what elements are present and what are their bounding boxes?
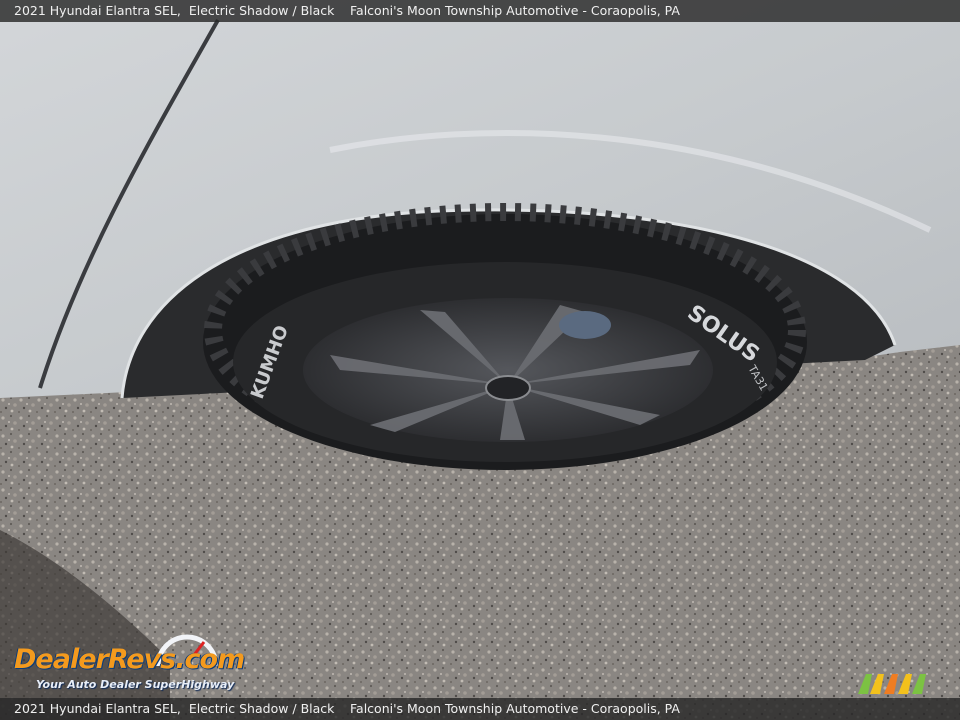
caption-bar-bottom: 2021 Hyundai Elantra SEL, Electric Shado… <box>0 698 960 720</box>
dealerrevs-watermark: DealerRevs.com Your Auto Dealer SuperHig… <box>12 628 262 694</box>
dealer-caption: Falconi's Moon Township Automotive - Cor… <box>350 3 680 18</box>
caption-bar-top: 2021 Hyundai Elantra SEL, Electric Shado… <box>0 0 960 22</box>
color-caption-bottom: Electric Shadow / Black <box>188 701 335 716</box>
photo-scene: KUMHO SOLUS TA31 <box>0 0 960 720</box>
watermark-brand: DealerRevs.com <box>14 644 245 675</box>
wheel-hub <box>485 375 531 401</box>
brake-caliper <box>559 311 611 339</box>
vehicle-caption: 2021 Hyundai Elantra SEL, Electric Shado… <box>14 3 335 18</box>
vehicle-caption-bottom: 2021 Hyundai Elantra SEL, Electric Shado… <box>14 701 335 716</box>
watermark-tagline: Your Auto Dealer SuperHighway <box>36 678 235 691</box>
color-caption: Electric Shadow / Black <box>188 3 335 18</box>
dealer-m-logo-icon <box>858 674 926 694</box>
dealer-caption-bottom: Falconi's Moon Township Automotive - Cor… <box>350 701 680 716</box>
